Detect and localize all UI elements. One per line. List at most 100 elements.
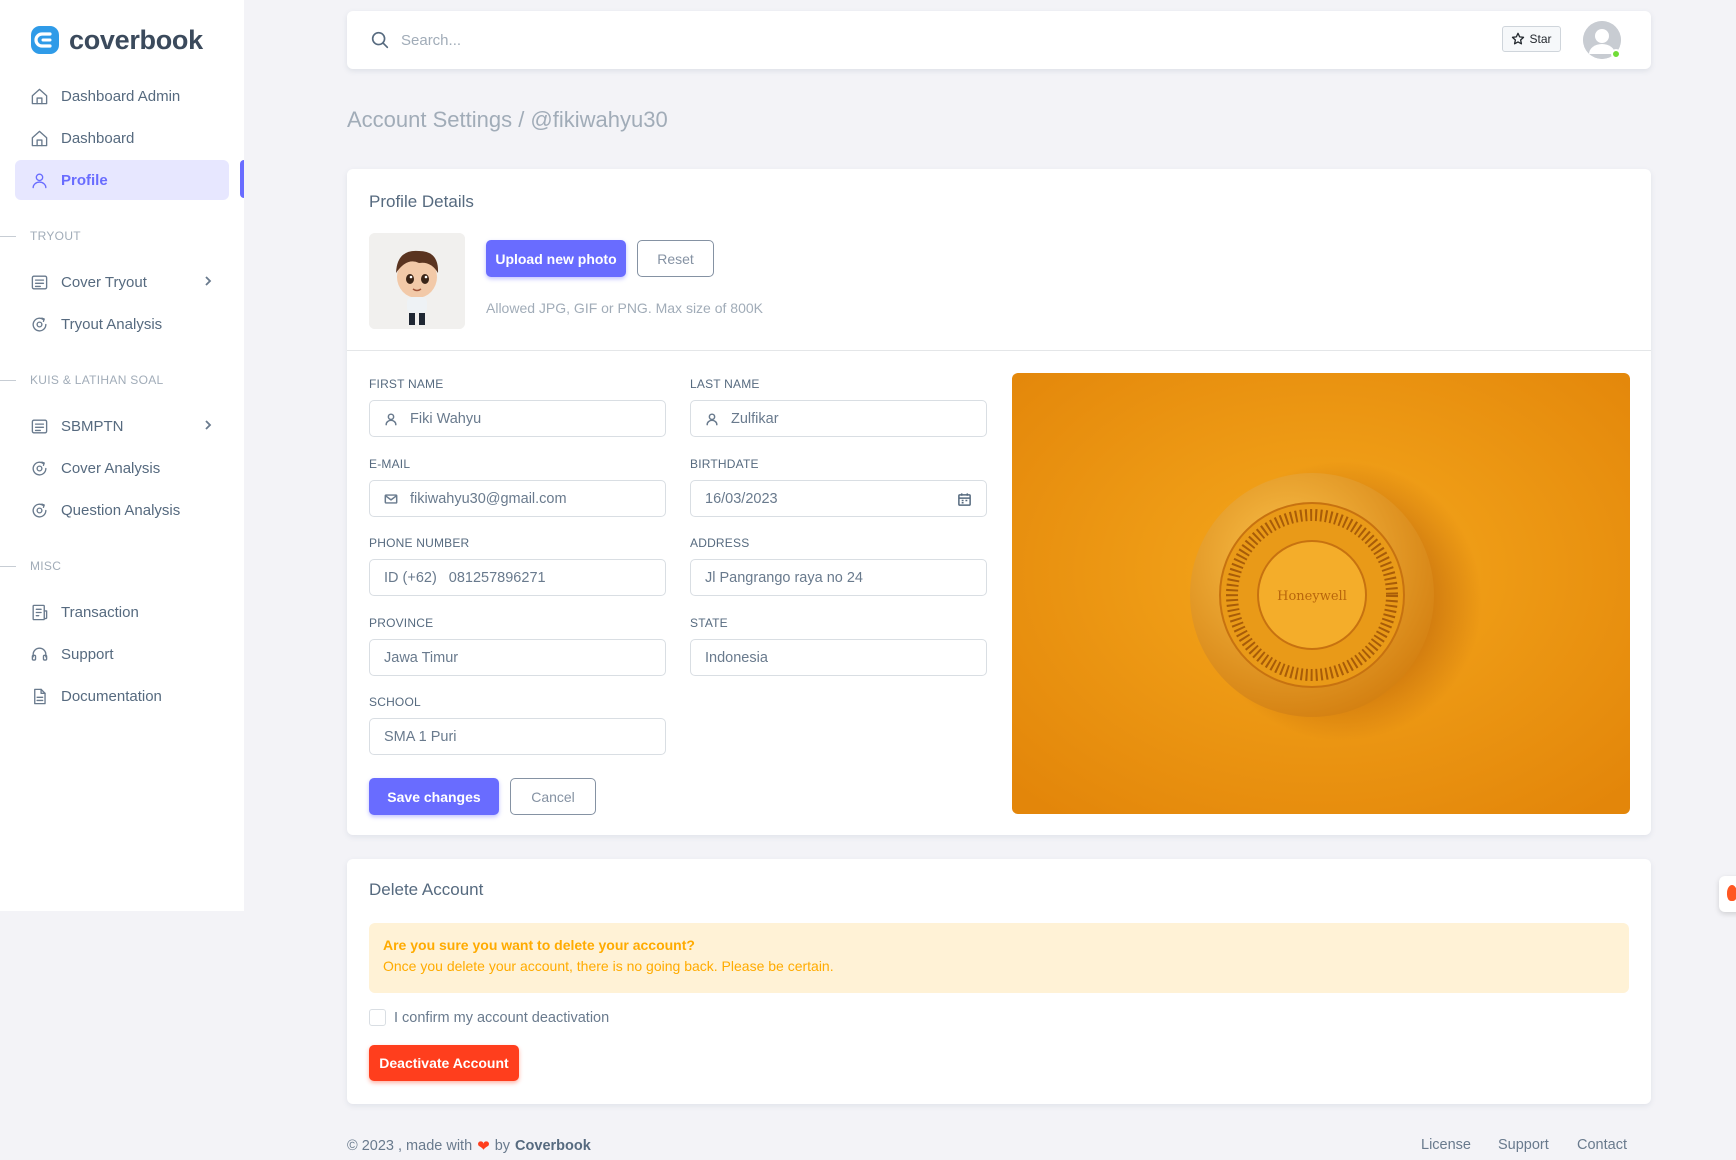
first-name-field[interactable]: Fiki Wahyu (369, 400, 666, 437)
chevron-right-icon (201, 418, 215, 432)
sidebar-item-label: Profile (61, 171, 108, 189)
footer-link-support[interactable]: Support (1498, 1137, 1549, 1153)
coverbook-logo-icon (31, 26, 59, 54)
floating-widget-tab[interactable] (1719, 876, 1736, 912)
save-changes-button[interactable]: Save changes (369, 778, 499, 815)
phone-prefix: ID (+62) (384, 569, 437, 586)
document-icon (29, 686, 49, 706)
sidebar-item-label: Transaction (61, 603, 139, 621)
sidebar-item-cover-analysis[interactable]: Cover Analysis (15, 448, 229, 488)
page-title: Account Settings / @fikiwahyu30 (347, 107, 668, 132)
address-label: ADDRESS (690, 536, 750, 550)
brand[interactable]: coverbook (29, 24, 203, 56)
confirm-checkbox[interactable] (369, 1009, 386, 1026)
sidebar-item-dashboard-admin[interactable]: Dashboard Admin (15, 76, 229, 116)
address-field[interactable]: Jl Pangrango raya no 24 (690, 559, 987, 596)
decorative-safe-dial-image: Honeywell (1012, 373, 1630, 814)
mail-icon (384, 492, 398, 506)
footer-link-contact[interactable]: Contact (1577, 1137, 1627, 1153)
sidebar-item-label: Question Analysis (61, 501, 181, 519)
profile-details-card: Profile Details Upload new photo Reset A… (347, 169, 1651, 835)
receipt-icon (29, 602, 49, 622)
sidebar-item-cover-tryout[interactable]: Cover Tryout (15, 262, 229, 302)
sidebar: coverbook Dashboard Admin Dashboard Prof… (0, 0, 244, 911)
card-title: Delete Account (369, 880, 484, 899)
last-name-field[interactable]: Zulfikar (690, 400, 987, 437)
school-value: SMA 1 Puri (384, 728, 457, 745)
sidebar-item-label: Cover Analysis (61, 459, 161, 477)
calendar-icon[interactable] (957, 492, 972, 507)
address-value: Jl Pangrango raya no 24 (705, 569, 863, 586)
home-icon (29, 86, 49, 106)
sidebar-item-label: SBMPTN (61, 417, 124, 435)
sidebar-item-label: Documentation (61, 687, 162, 705)
active-indicator (240, 160, 244, 198)
email-label: E-MAIL (369, 457, 411, 471)
last-name-value: Zulfikar (731, 410, 779, 427)
github-star-button[interactable]: Star (1502, 26, 1561, 52)
phone-value: 081257896271 (448, 569, 546, 586)
phone-field[interactable]: ID (+62) 081257896271 (369, 559, 666, 596)
upload-hint: Allowed JPG, GIF or PNG. Max size of 800… (486, 300, 763, 316)
deactivate-account-button[interactable]: Deactivate Account (369, 1045, 519, 1081)
user-icon (29, 170, 49, 190)
sidebar-item-label: Tryout Analysis (61, 315, 163, 333)
list-icon (29, 272, 49, 292)
sidebar-item-tryout-analysis[interactable]: Tryout Analysis (15, 304, 229, 344)
card-title: Profile Details (369, 192, 474, 211)
birthdate-label: BIRTHDATE (690, 457, 759, 471)
analysis-icon (29, 314, 49, 334)
footer-link-license[interactable]: License (1421, 1137, 1471, 1153)
warning-alert: Are you sure you want to delete your acc… (369, 923, 1629, 993)
state-field[interactable]: Indonesia (690, 639, 987, 676)
sidebar-item-label: Dashboard (61, 129, 135, 147)
email-value: fikiwahyu30@gmail.com (410, 490, 567, 507)
divider (347, 350, 1651, 351)
flame-icon (1727, 885, 1736, 901)
upload-photo-button[interactable]: Upload new photo (486, 240, 626, 277)
footer-brand-link[interactable]: Coverbook (515, 1138, 591, 1154)
chevron-right-icon (201, 274, 215, 288)
online-status-dot (1611, 49, 1621, 59)
profile-photo (369, 233, 465, 329)
sidebar-item-profile[interactable]: Profile (15, 160, 229, 200)
school-label: SCHOOL (369, 695, 421, 709)
footer-copyright: © 2023 , made with ❤ by Coverbook (347, 1138, 591, 1155)
user-icon (705, 412, 719, 426)
birthdate-value: 16/03/2023 (705, 490, 778, 507)
nav-header-kuis: KUIS & LATIHAN SOAL (0, 373, 164, 387)
birthdate-field[interactable]: 16/03/2023 (690, 480, 987, 517)
brand-name: coverbook (69, 24, 203, 55)
school-field[interactable]: SMA 1 Puri (369, 718, 666, 755)
star-icon (1512, 32, 1525, 45)
province-field[interactable]: Jawa Timur (369, 639, 666, 676)
confirm-deactivation[interactable]: I confirm my account deactivation (369, 1009, 609, 1026)
list-icon (29, 416, 49, 436)
sidebar-item-dashboard[interactable]: Dashboard (15, 118, 229, 158)
last-name-label: LAST NAME (690, 377, 760, 391)
dial-brand-text: Honeywell (1277, 589, 1347, 604)
cancel-button[interactable]: Cancel (510, 778, 596, 815)
phone-label: PHONE NUMBER (369, 536, 470, 550)
home-icon (29, 128, 49, 148)
sidebar-item-question-analysis[interactable]: Question Analysis (15, 490, 229, 530)
sidebar-item-label: Dashboard Admin (61, 87, 181, 105)
province-value: Jawa Timur (384, 649, 459, 666)
headset-icon (29, 644, 49, 664)
alert-title: Are you sure you want to delete your acc… (383, 937, 695, 953)
sidebar-item-transaction[interactable]: Transaction (15, 592, 229, 632)
sidebar-item-sbmptn[interactable]: SBMPTN (15, 406, 229, 446)
search-input[interactable] (401, 25, 901, 55)
sidebar-item-documentation[interactable]: Documentation (15, 676, 229, 716)
heart-icon: ❤ (477, 1138, 490, 1155)
first-name-label: FIRST NAME (369, 377, 444, 391)
reset-photo-button[interactable]: Reset (637, 240, 714, 277)
province-label: PROVINCE (369, 616, 434, 630)
nav-header-tryout: TRYOUT (0, 229, 81, 243)
state-value: Indonesia (705, 649, 768, 666)
analysis-icon (29, 500, 49, 520)
user-icon (384, 412, 398, 426)
email-field[interactable]: fikiwahyu30@gmail.com (369, 480, 666, 517)
sidebar-item-support[interactable]: Support (15, 634, 229, 674)
nav-header-misc: MISC (0, 559, 61, 573)
